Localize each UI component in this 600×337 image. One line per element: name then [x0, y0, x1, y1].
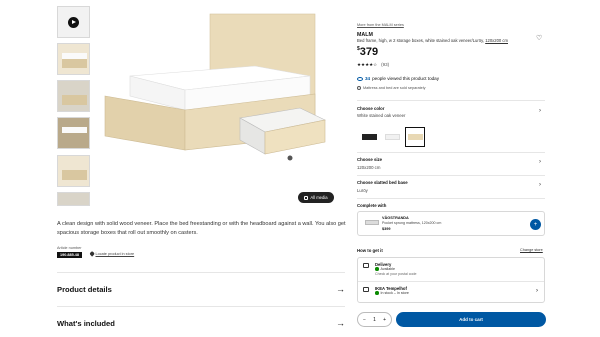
- bag-add-icon[interactable]: +: [530, 219, 541, 230]
- divider: [357, 175, 545, 176]
- play-icon: [68, 16, 79, 28]
- choose-size-label: Choose size: [357, 157, 383, 162]
- divider: [357, 100, 545, 101]
- choose-color-label: Choose color: [357, 106, 385, 111]
- arrow-right-icon: →: [336, 284, 345, 294]
- choose-bed-base-label: Choose slatted bed base: [357, 180, 408, 185]
- separately-sold-notice: Mattress and bed are sold separately: [357, 86, 545, 90]
- color-swatch-white[interactable]: [382, 127, 402, 147]
- status-dot-icon: [375, 291, 379, 295]
- status-dot-icon: [375, 267, 379, 271]
- video-thumbnail[interactable]: [57, 6, 90, 38]
- color-value: White stained oak veneer: [357, 113, 406, 118]
- thumbnail-image[interactable]: [57, 192, 90, 206]
- product-description-text: Bed frame, high, w 2 storage boxes, whit…: [357, 38, 485, 43]
- whats-included-accordion[interactable]: What's included →: [57, 306, 345, 337]
- color-swatch-white-stained-oak[interactable]: [405, 127, 425, 147]
- divider: [357, 198, 545, 199]
- article-number: 190.885.48: [57, 252, 83, 258]
- mattress-thumbnail: [365, 220, 379, 225]
- increase-quantity-button[interactable]: +: [383, 317, 386, 323]
- eye-icon: [357, 76, 363, 81]
- location-pin-icon: [89, 251, 95, 257]
- rating-count: (93): [381, 62, 390, 67]
- delivery-status-text: Available: [380, 267, 396, 271]
- product-details-accordion[interactable]: Product details →: [57, 272, 345, 305]
- delivery-status: Available: [375, 267, 395, 271]
- info-icon: [357, 86, 361, 90]
- chevron-right-icon[interactable]: ›: [539, 159, 541, 165]
- quantity-value: 1: [373, 316, 376, 323]
- complete-item-name: VÅGSTRANDA: [382, 216, 409, 220]
- viewers-count: 34: [365, 76, 371, 81]
- change-store-link[interactable]: Change store: [520, 248, 543, 252]
- store-status: In stock – In store: [375, 291, 409, 295]
- locate-in-store-link[interactable]: Locate product in store: [89, 251, 135, 257]
- product-long-description: A clean design with solid wood veneer. P…: [57, 221, 346, 236]
- bed-base-value: Luröy: [357, 188, 368, 193]
- thumbnail-image[interactable]: [57, 43, 90, 75]
- rating[interactable]: ★★★★☆ (93): [357, 62, 545, 68]
- media-icon: [304, 195, 309, 200]
- all-media-label: All media: [310, 195, 328, 200]
- size-value: 120x200 cm: [357, 165, 381, 170]
- add-to-cart-button[interactable]: Add to cart: [396, 312, 546, 327]
- divider: [357, 152, 545, 153]
- delivery-sub: Check at your postal code: [375, 272, 417, 276]
- store-icon: [363, 287, 369, 292]
- store-row[interactable]: IKEA Tempelhof In stock – In store ›: [358, 281, 544, 303]
- arrow-right-icon: →: [336, 318, 345, 328]
- product-details-label: Product details: [57, 284, 112, 294]
- availability-box: Delivery Available Check at your postal …: [357, 257, 545, 303]
- price-value: 379: [359, 46, 379, 58]
- separately-sold-text: Mattress and bed are sold separately: [363, 86, 426, 90]
- complete-with-card[interactable]: VÅGSTRANDA Pocket sprung mattress, 120x2…: [357, 211, 545, 236]
- product-short-description: Bed frame, high, w 2 storage boxes, whit…: [357, 38, 545, 43]
- star-icon: ★★★★☆: [357, 62, 378, 67]
- how-to-get-it-label: How to get it: [357, 248, 383, 253]
- color-swatch-black[interactable]: [359, 127, 379, 147]
- viewers-notice: 34 people viewed this product today: [357, 76, 545, 81]
- complete-item-price: $399: [382, 227, 391, 231]
- product-image: [104, 13, 326, 161]
- thumbnail-image[interactable]: [57, 80, 90, 112]
- delivery-row[interactable]: Delivery Available Check at your postal …: [358, 258, 544, 280]
- article-number-label: Article number: [57, 246, 82, 250]
- decrease-quantity-button[interactable]: −: [363, 317, 366, 323]
- truck-icon: [363, 263, 369, 268]
- viewers-text: people viewed this product today: [372, 76, 440, 81]
- chevron-right-icon[interactable]: ›: [539, 182, 541, 188]
- thumbnail-image[interactable]: [57, 155, 90, 187]
- chevron-right-icon[interactable]: ›: [536, 288, 538, 294]
- store-status-text: In stock – In store: [380, 291, 409, 295]
- quantity-stepper[interactable]: − 1 +: [357, 312, 392, 327]
- complete-item-description: Pocket sprung mattress, 120x200 cm: [382, 221, 442, 225]
- whats-included-label: What's included: [57, 318, 115, 328]
- product-price: $379: [357, 46, 545, 58]
- all-media-button[interactable]: All media: [298, 192, 334, 203]
- more-from-series-link[interactable]: More from the MALM series: [357, 23, 545, 27]
- complete-with-label: Complete with: [357, 203, 387, 208]
- locate-in-store-label[interactable]: Locate product in store: [96, 252, 135, 256]
- heart-icon[interactable]: ♡: [536, 34, 542, 42]
- size-link[interactable]: 120x200 cm: [485, 38, 508, 43]
- chevron-right-icon[interactable]: ›: [539, 108, 541, 114]
- thumbnail-image[interactable]: [57, 117, 90, 149]
